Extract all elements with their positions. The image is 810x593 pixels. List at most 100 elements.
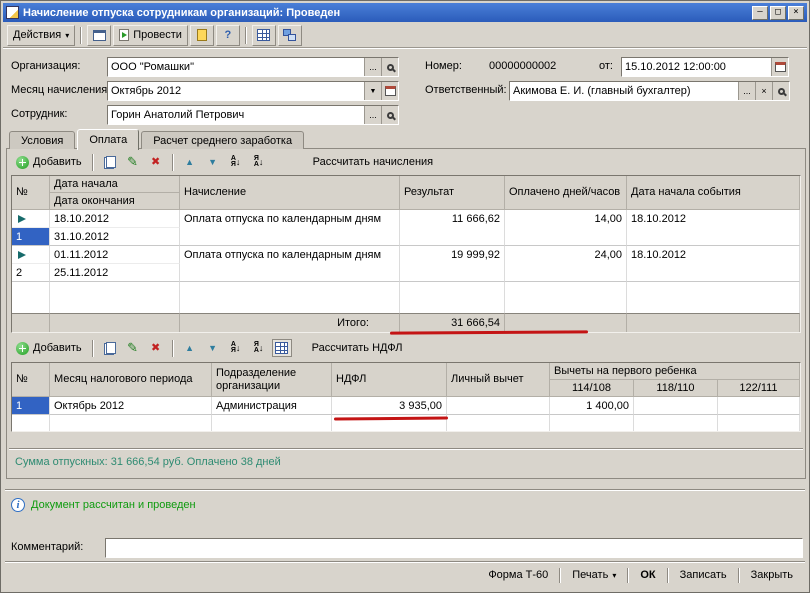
row-number-cell[interactable]: 1 <box>12 228 50 246</box>
structure-button[interactable] <box>277 24 302 46</box>
result-cell[interactable]: 11 666,62 <box>400 210 505 246</box>
sort-asc-button[interactable] <box>226 339 246 357</box>
actions-button[interactable]: Действия ▾ <box>7 24 76 46</box>
help-button[interactable]: ? <box>215 24 240 46</box>
tab-payment[interactable]: Оплата <box>77 129 140 150</box>
column-header-personal-deduction[interactable]: Личный вычет <box>447 363 550 397</box>
row-marker-cell[interactable] <box>12 210 50 228</box>
move-up-button[interactable] <box>180 339 200 357</box>
column-header-date-start[interactable]: Дата начала <box>50 176 180 193</box>
choose-button[interactable]: ... <box>364 58 381 76</box>
edit-row-button[interactable] <box>123 153 143 171</box>
column-header-code-118-110[interactable]: 118/110 <box>634 380 718 397</box>
column-header-first-child-deductions[interactable]: Вычеты на первого ребенка <box>550 363 800 380</box>
open-button[interactable] <box>381 106 398 124</box>
code-114-108-cell[interactable]: 1 400,00 <box>550 397 634 415</box>
tax-month-cell[interactable]: Октябрь 2012 <box>50 397 212 415</box>
column-header-accrual[interactable]: Начисление <box>180 176 400 210</box>
date-input[interactable] <box>622 58 771 76</box>
form-t60-button[interactable]: Форма Т-60 <box>478 566 558 584</box>
footer-separator <box>559 567 562 583</box>
column-header-paid-days[interactable]: Оплачено дней/часов <box>505 176 627 210</box>
column-header-result[interactable]: Результат <box>400 176 505 210</box>
column-header-ndfl[interactable]: НДФЛ <box>332 363 447 397</box>
calculate-accruals-button[interactable]: Рассчитать начисления <box>306 153 441 171</box>
post-button[interactable]: Провести <box>113 24 188 46</box>
column-header-tax-month[interactable]: Месяц налогового периода <box>50 363 212 397</box>
delete-row-button[interactable] <box>146 339 166 357</box>
copy-row-button[interactable] <box>100 339 120 357</box>
column-header-num[interactable]: № <box>12 176 50 210</box>
empty-area <box>12 282 50 313</box>
column-header-date-end[interactable]: Дата окончания <box>50 193 180 210</box>
arrow-down-icon <box>208 342 217 354</box>
event-date-cell[interactable]: 18.10.2012 <box>627 246 800 282</box>
accrual-cell[interactable]: Оплата отпуска по календарным дням <box>180 246 400 282</box>
close-button[interactable]: × <box>788 5 804 20</box>
move-up-button[interactable] <box>180 153 200 171</box>
sort-desc-button[interactable] <box>249 153 269 171</box>
move-down-button[interactable] <box>203 153 223 171</box>
minimize-button[interactable]: – <box>752 5 768 20</box>
calculate-ndfl-button[interactable]: Рассчитать НДФЛ <box>305 339 410 357</box>
add-row-button[interactable]: Добавить <box>12 340 86 357</box>
comment-input[interactable] <box>106 539 802 557</box>
sort-desc-button[interactable] <box>249 339 269 357</box>
choose-button[interactable]: ... <box>738 82 755 100</box>
sort-asc-button[interactable] <box>226 153 246 171</box>
ok-button[interactable]: ОК <box>630 566 665 584</box>
total-row-cell <box>50 313 180 332</box>
ndfl-cell[interactable]: 3 935,00 <box>332 397 447 415</box>
table-settings-button[interactable] <box>271 339 292 357</box>
copy-row-button[interactable] <box>100 153 120 171</box>
division-cell[interactable]: Администрация <box>212 397 332 415</box>
event-date-cell[interactable]: 18.10.2012 <box>627 210 800 246</box>
personal-deduction-cell[interactable] <box>447 397 550 415</box>
tab-conditions[interactable]: Условия <box>9 131 76 149</box>
code-122-111-cell[interactable] <box>718 397 800 415</box>
responsible-input[interactable] <box>510 82 738 100</box>
column-header-division[interactable]: Подразделение организации <box>212 363 332 397</box>
delete-row-button[interactable] <box>146 153 166 171</box>
column-header-code-114-108[interactable]: 114/108 <box>550 380 634 397</box>
choose-button[interactable]: ... <box>364 106 381 124</box>
employee-input[interactable] <box>108 106 364 124</box>
accrual-cell[interactable]: Оплата отпуска по календарным дням <box>180 210 400 246</box>
post-and-close-button[interactable] <box>189 24 214 46</box>
month-calendar-button[interactable] <box>381 82 398 100</box>
row-number-cell[interactable]: 2 <box>12 264 50 282</box>
magnifier-icon <box>386 63 394 71</box>
toolbar-separator <box>171 339 174 357</box>
code-118-110-cell[interactable] <box>634 397 718 415</box>
open-button[interactable] <box>772 82 789 100</box>
date-end-cell[interactable]: 25.11.2012 <box>50 264 180 282</box>
column-header-code-122-111[interactable]: 122/111 <box>718 380 800 397</box>
row-number-cell[interactable]: 1 <box>12 397 50 415</box>
maximize-button[interactable]: □ <box>770 5 786 20</box>
edit-row-button[interactable] <box>123 339 143 357</box>
paid-days-cell[interactable]: 14,00 <box>505 210 627 246</box>
row-marker-cell[interactable] <box>12 246 50 264</box>
clear-button[interactable]: × <box>755 82 772 100</box>
ndfl-toolbar: Добавить Рассчитать НДФЛ <box>12 338 409 358</box>
list-settings-button[interactable] <box>251 24 276 46</box>
paid-days-cell[interactable]: 24,00 <box>505 246 627 282</box>
open-button[interactable] <box>381 58 398 76</box>
column-header-event-date[interactable]: Дата начала события <box>627 176 800 210</box>
date-start-cell[interactable]: 18.10.2012 <box>50 210 180 228</box>
accrual-month-input[interactable] <box>108 82 364 100</box>
save-button[interactable]: Записать <box>670 566 737 584</box>
result-cell[interactable]: 19 999,92 <box>400 246 505 282</box>
open-list-button[interactable] <box>87 24 112 46</box>
date-end-cell[interactable]: 31.10.2012 <box>50 228 180 246</box>
organization-input[interactable] <box>108 58 364 76</box>
date-start-cell[interactable]: 01.11.2012 <box>50 246 180 264</box>
add-row-button[interactable]: Добавить <box>12 154 86 171</box>
dropdown-button[interactable]: ▼ <box>364 82 381 100</box>
move-down-button[interactable] <box>203 339 223 357</box>
calendar-button[interactable] <box>771 58 788 76</box>
close-window-button[interactable]: Закрыть <box>741 566 803 584</box>
tab-average-earnings[interactable]: Расчет среднего заработка <box>141 131 305 149</box>
column-header-num[interactable]: № <box>12 363 50 397</box>
print-button[interactable]: Печать ▾ <box>562 566 626 584</box>
